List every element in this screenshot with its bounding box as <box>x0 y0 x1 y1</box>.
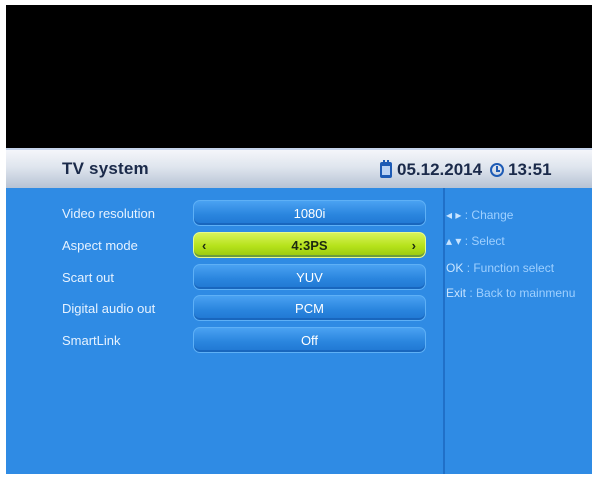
setting-value: YUV <box>296 269 323 285</box>
panel-divider <box>443 188 445 474</box>
setting-value: PCM <box>295 300 324 316</box>
help-key-ok: OK <box>446 261 464 275</box>
page-title: TV system <box>62 159 149 178</box>
left-arrow-icon[interactable]: ‹ <box>202 238 206 253</box>
setting-label: SmartLink <box>62 333 121 348</box>
tv-screen: TV system 05.12.2014 13:51 Video resolut… <box>6 5 592 474</box>
setting-value: Off <box>300 332 319 348</box>
setting-row-video-resolution[interactable]: Video resolution 1080i <box>6 200 443 227</box>
video-resolution-value[interactable]: 1080i <box>193 200 426 226</box>
setting-value: 1080i <box>293 205 326 221</box>
setting-label: Aspect mode <box>62 238 138 253</box>
smartlink-value[interactable]: Off <box>193 327 426 353</box>
setting-value: 4:3PS <box>291 237 328 253</box>
help-key-exit: Exit <box>446 286 467 300</box>
help-text: : Change <box>464 208 514 222</box>
setting-row-aspect-mode[interactable]: Aspect mode ‹ 4:3PS › <box>6 232 443 259</box>
help-back: Exit : Back to mainmenu <box>446 286 575 302</box>
setting-row-scart-out[interactable]: Scart out YUV <box>6 264 443 291</box>
right-arrow-icon[interactable]: › <box>412 238 416 253</box>
date-text: 05.12.2014 <box>397 160 483 179</box>
setting-label: Video resolution <box>62 206 155 221</box>
left-right-arrows-icon: ◂ ▸ <box>446 208 462 222</box>
help-change: ◂ ▸ : Change <box>446 208 513 224</box>
setting-label: Scart out <box>62 270 115 285</box>
setting-label: Digital audio out <box>62 301 156 316</box>
settings-panel: Video resolution 1080i Aspect mode ‹ 4:3… <box>6 188 592 474</box>
digital-audio-out-value[interactable]: PCM <box>193 295 426 321</box>
help-select: ▴ ▾ : Select <box>446 234 505 250</box>
help-function-select: OK : Function select <box>446 261 554 277</box>
clock-icon <box>490 163 505 177</box>
help-text: : Function select <box>466 261 555 275</box>
aspect-mode-value[interactable]: ‹ 4:3PS › <box>193 232 426 258</box>
setting-row-smartlink[interactable]: SmartLink Off <box>6 327 443 354</box>
time-text: 13:51 <box>508 160 552 179</box>
help-text: : Back to mainmenu <box>469 286 576 300</box>
datetime-display: 05.12.2014 13:51 <box>380 158 552 182</box>
help-text: : Select <box>464 234 505 248</box>
calendar-icon <box>380 160 392 178</box>
setting-row-digital-audio-out[interactable]: Digital audio out PCM <box>6 295 443 322</box>
menu-header: TV system 05.12.2014 13:51 <box>6 148 592 188</box>
scart-out-value[interactable]: YUV <box>193 264 426 290</box>
up-down-arrows-icon: ▴ ▾ <box>446 234 462 248</box>
